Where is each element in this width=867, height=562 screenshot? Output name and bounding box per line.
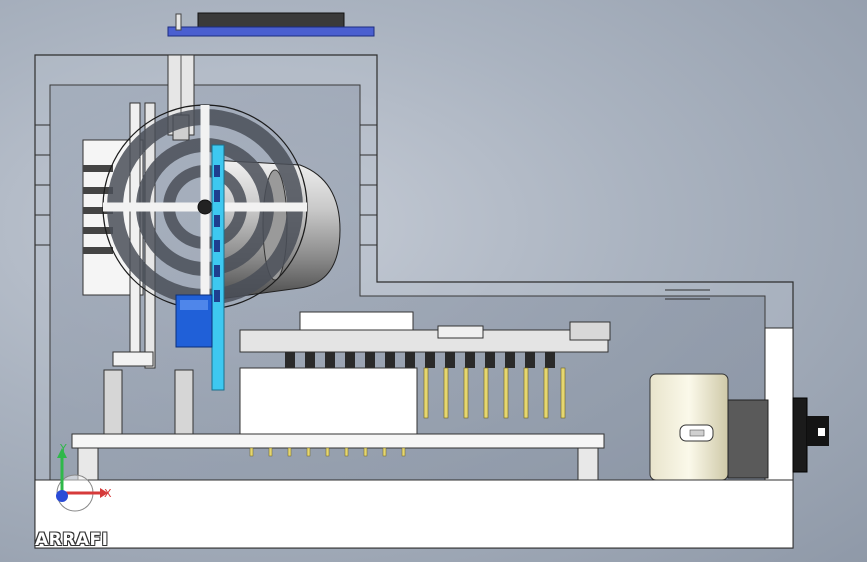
capacitor	[649, 373, 729, 481]
top-connector	[167, 12, 375, 37]
power-module	[239, 367, 418, 435]
triad-y-label: Y	[60, 442, 67, 455]
triad-x-label: X	[104, 487, 112, 500]
fan-plate	[211, 144, 225, 391]
cad-assembly-view	[34, 12, 829, 549]
watermark: ARRAFI	[35, 530, 109, 550]
blue-module	[175, 294, 213, 348]
